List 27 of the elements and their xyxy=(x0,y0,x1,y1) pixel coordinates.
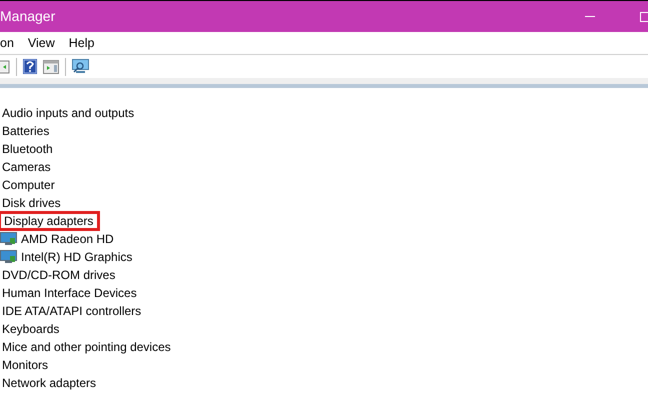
tree-item[interactable]: Audio inputs and outputs xyxy=(0,104,134,122)
menu-item[interactable]: View xyxy=(28,34,55,52)
tree-item[interactable]: Batteries xyxy=(0,122,50,140)
panel-icon[interactable] xyxy=(0,60,10,74)
tree-item[interactable]: AMD Radeon HD xyxy=(21,230,114,248)
menu-item[interactable]: on xyxy=(0,34,14,52)
window-title: Manager xyxy=(0,7,56,26)
tree-item[interactable]: Display adapters xyxy=(0,211,100,231)
monitor-icon xyxy=(0,232,17,246)
tree-item[interactable]: IDE ATA/ATAPI controllers xyxy=(0,302,142,320)
tree-item[interactable]: Cameras xyxy=(0,158,51,176)
tree-item[interactable]: Bluetooth xyxy=(0,140,53,158)
tree-item[interactable]: Mice and other pointing devices xyxy=(0,338,171,356)
tree-item[interactable]: Intel(R) HD Graphics xyxy=(21,248,132,266)
properties-icon[interactable] xyxy=(43,60,59,74)
tree-item[interactable]: Disk drives xyxy=(0,194,61,212)
tree-item[interactable]: DVD/CD-ROM drives xyxy=(0,266,116,284)
tree-item[interactable]: Human Interface Devices xyxy=(0,284,137,302)
menu-item[interactable]: Help xyxy=(68,34,94,52)
tree-item[interactable]: Monitors xyxy=(0,356,48,374)
tree-item[interactable]: Keyboards xyxy=(0,320,60,338)
maximize-icon[interactable] xyxy=(640,12,648,22)
help-icon[interactable] xyxy=(23,59,37,74)
monitor-icon xyxy=(0,250,17,264)
tree-item[interactable]: Network adapters xyxy=(0,374,96,392)
monitor-scan-icon[interactable] xyxy=(72,59,89,74)
tree-item[interactable]: Computer xyxy=(0,176,55,194)
